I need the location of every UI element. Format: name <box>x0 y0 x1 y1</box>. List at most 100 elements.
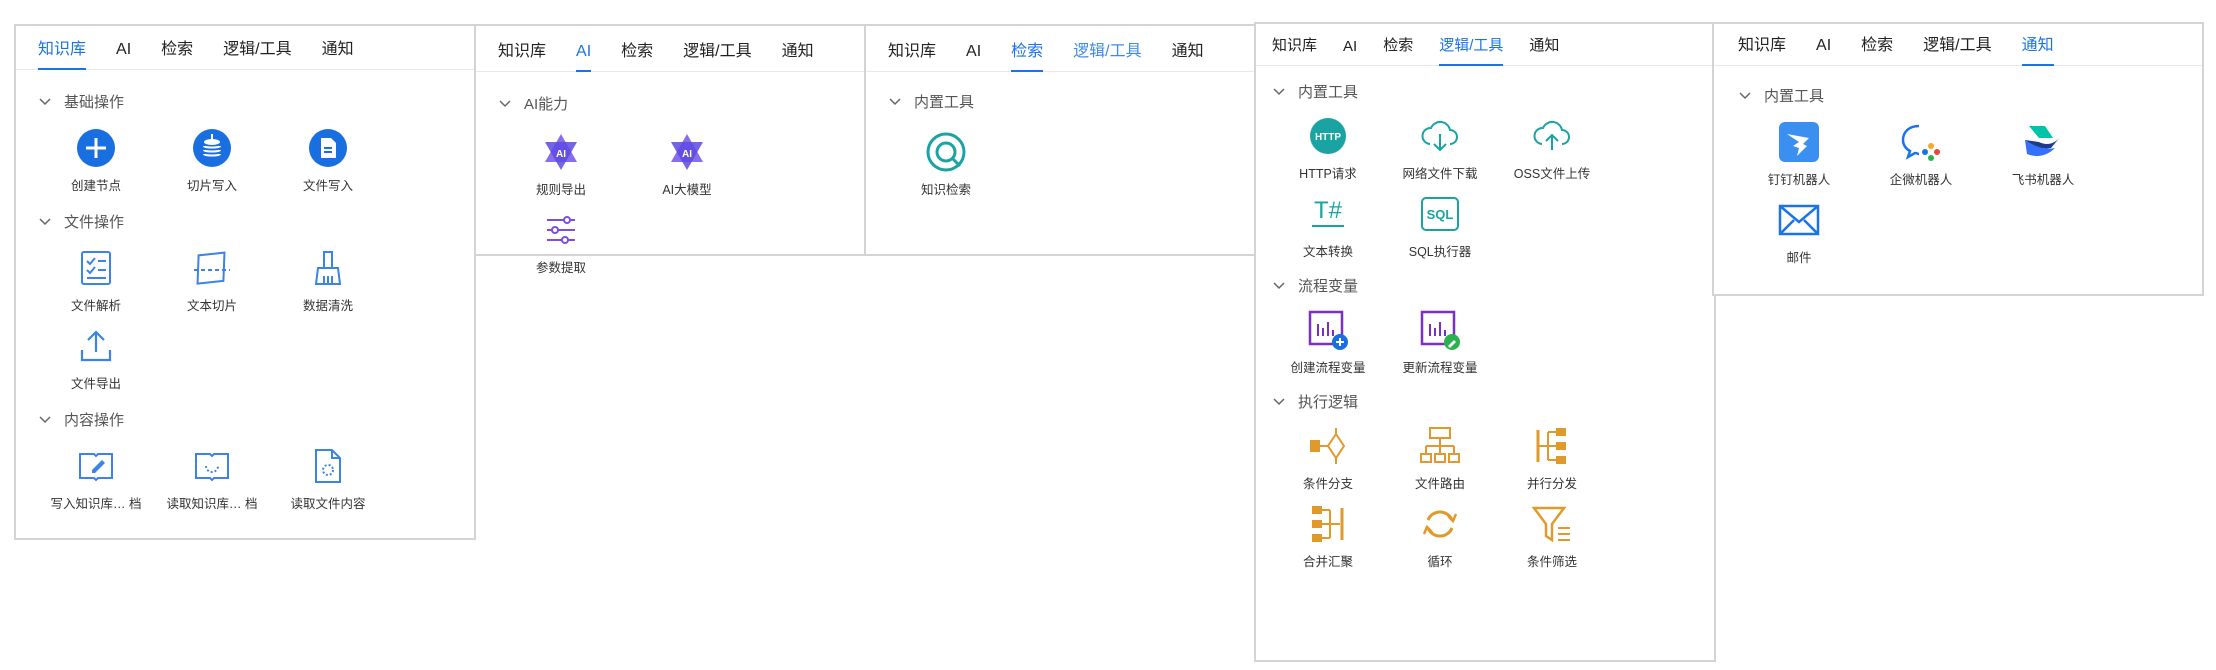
node-loop[interactable]: 循环 <box>1384 502 1496 570</box>
tab-search[interactable]: 检索 <box>1383 34 1413 65</box>
node-create[interactable]: 创建节点 <box>38 126 154 194</box>
var-create-icon <box>1306 308 1350 352</box>
http-globe-icon: HTTP <box>1306 114 1350 158</box>
tab-search[interactable]: 检索 <box>1011 37 1044 72</box>
item-label: 创建流程变量 <box>1290 361 1366 375</box>
tab-knowledge[interactable]: 知识库 <box>1738 31 1786 65</box>
tab-bar: 知识库 AI 检索 逻辑/工具 通知 <box>16 26 474 70</box>
node-data-clean[interactable]: 数据清洗 <box>270 246 386 314</box>
section-header[interactable]: 内容操作 <box>38 408 474 430</box>
section-builtin-tools: 内置工具 钉钉机器人 企微机器人 飞书机器人 邮件 <box>1714 84 2202 276</box>
tab-search[interactable]: 检索 <box>1861 31 1893 65</box>
upload-icon <box>74 324 118 368</box>
text-convert-icon: T# <box>1306 192 1350 236</box>
node-http-request[interactable]: HTTP HTTP请求 <box>1272 114 1384 182</box>
section-header[interactable]: 执行逻辑 <box>1272 390 1714 412</box>
item-label: 飞书机器人 <box>2011 173 2075 187</box>
feishu-icon <box>2021 120 2065 164</box>
section-title: 内置工具 <box>914 93 975 111</box>
tab-notify[interactable]: 通知 <box>2021 31 2054 66</box>
panel-search: 知识库 AI 检索 逻辑/工具 通知 内置工具 知识检索 <box>864 24 1258 256</box>
item-label: 钉钉机器人 <box>1767 173 1831 187</box>
tab-logic-tools[interactable]: 逻辑/工具 <box>683 37 751 71</box>
node-llm[interactable]: AI AI大模型 <box>624 130 750 198</box>
node-read-kb-doc[interactable]: 读取知识库… 档 <box>154 444 270 512</box>
section-header[interactable]: 基础操作 <box>38 90 474 112</box>
tab-notify[interactable]: 通知 <box>1529 34 1559 65</box>
node-wecom-bot[interactable]: 企微机器人 <box>1860 120 1982 188</box>
tab-logic-tools[interactable]: 逻辑/工具 <box>223 35 291 69</box>
node-rule-export[interactable]: AI 规则导出 <box>498 130 624 198</box>
node-write-kb-doc[interactable]: 写入知识库… 档 <box>38 444 154 512</box>
item-label: 切片写入 <box>186 179 237 193</box>
section-header[interactable]: 流程变量 <box>1272 274 1714 296</box>
tab-knowledge[interactable]: 知识库 <box>1272 34 1317 65</box>
slice-icon <box>190 246 234 290</box>
item-label: 循环 <box>1427 555 1453 569</box>
tab-logic-tools[interactable]: 逻辑/工具 <box>1923 31 1991 65</box>
tab-bar: 知识库 AI 检索 逻辑/工具 通知 <box>1714 24 2202 66</box>
node-cond-filter[interactable]: 条件筛选 <box>1496 502 1608 570</box>
svg-text:AI: AI <box>682 149 692 160</box>
node-file-parse[interactable]: 文件解析 <box>38 246 154 314</box>
ai-star-icon: AI <box>539 130 583 174</box>
tab-ai[interactable]: AI <box>1816 37 1831 65</box>
tab-search[interactable]: 检索 <box>161 35 193 69</box>
section-title: 内置工具 <box>1764 87 1825 105</box>
node-oss-upload[interactable]: OSS文件上传 <box>1496 114 1608 182</box>
node-slice-write[interactable]: 切片写入 <box>154 126 270 194</box>
chevron-down-icon <box>39 416 51 424</box>
item-label: 读取知识库… 档 <box>166 497 258 511</box>
tab-ai[interactable]: AI <box>966 43 981 71</box>
section-header[interactable]: 内置工具 <box>1738 84 2202 106</box>
tab-bar: 知识库 AI 检索 逻辑/工具 通知 <box>1256 24 1714 66</box>
item-label: 规则导出 <box>535 183 586 197</box>
panel-ai: 知识库 AI 检索 逻辑/工具 通知 AI能力 AI 规则导出 AI AI大模型… <box>474 24 868 275</box>
node-file-route[interactable]: 文件路由 <box>1384 424 1496 492</box>
parallel-icon <box>1530 424 1574 468</box>
section-header[interactable]: 文件操作 <box>38 210 474 232</box>
node-file-write[interactable]: 文件写入 <box>270 126 386 194</box>
node-create-var[interactable]: 创建流程变量 <box>1272 308 1384 376</box>
tab-knowledge[interactable]: 知识库 <box>888 37 936 71</box>
node-net-download[interactable]: 网络文件下载 <box>1384 114 1496 182</box>
file-read-icon <box>306 444 350 488</box>
sliders-icon <box>539 208 583 252</box>
svg-text:SQL: SQL <box>1427 207 1454 222</box>
section-header[interactable]: AI能力 <box>498 92 866 114</box>
tab-knowledge[interactable]: 知识库 <box>498 37 546 71</box>
node-parallel[interactable]: 并行分发 <box>1496 424 1608 492</box>
section-header[interactable]: 内置工具 <box>1272 80 1714 102</box>
item-label: OSS文件上传 <box>1513 167 1591 181</box>
tab-notify[interactable]: 通知 <box>322 35 354 69</box>
tab-search[interactable]: 检索 <box>621 37 653 71</box>
node-file-export[interactable]: 文件导出 <box>38 324 154 392</box>
tab-logic-tools[interactable]: 逻辑/工具 <box>1073 37 1141 71</box>
node-feishu-bot[interactable]: 飞书机器人 <box>1982 120 2104 188</box>
tab-ai[interactable]: AI <box>1343 38 1357 65</box>
node-sql-executor[interactable]: SQL SQL执行器 <box>1384 192 1496 260</box>
db-down-icon <box>190 126 234 170</box>
node-param-extract[interactable]: 参数提取 <box>498 208 624 276</box>
node-merge[interactable]: 合并汇聚 <box>1272 502 1384 570</box>
tab-notify[interactable]: 通知 <box>1172 37 1204 71</box>
tab-ai[interactable]: AI <box>116 41 131 69</box>
route-icon <box>1418 424 1462 468</box>
node-dingtalk-bot[interactable]: 钉钉机器人 <box>1738 120 1860 188</box>
node-text-slice[interactable]: 文本切片 <box>154 246 270 314</box>
tab-logic-tools[interactable]: 逻辑/工具 <box>1439 34 1504 66</box>
tab-knowledge[interactable]: 知识库 <box>38 35 87 70</box>
item-label: SQL执行器 <box>1408 245 1472 259</box>
tab-notify[interactable]: 通知 <box>782 37 814 71</box>
node-text-convert[interactable]: T# 文本转换 <box>1272 192 1384 260</box>
node-cond-branch[interactable]: 条件分支 <box>1272 424 1384 492</box>
node-kb-search[interactable]: 知识检索 <box>888 130 1004 198</box>
node-update-var[interactable]: 更新流程变量 <box>1384 308 1496 376</box>
node-read-file[interactable]: 读取文件内容 <box>270 444 386 512</box>
item-label: 文件写入 <box>302 179 353 193</box>
item-label: HTTP请求 <box>1299 167 1357 181</box>
tab-ai[interactable]: AI <box>576 43 592 72</box>
section-header[interactable]: 内置工具 <box>888 90 1256 112</box>
book-edit-icon <box>74 444 118 488</box>
node-email[interactable]: 邮件 <box>1738 198 1860 266</box>
